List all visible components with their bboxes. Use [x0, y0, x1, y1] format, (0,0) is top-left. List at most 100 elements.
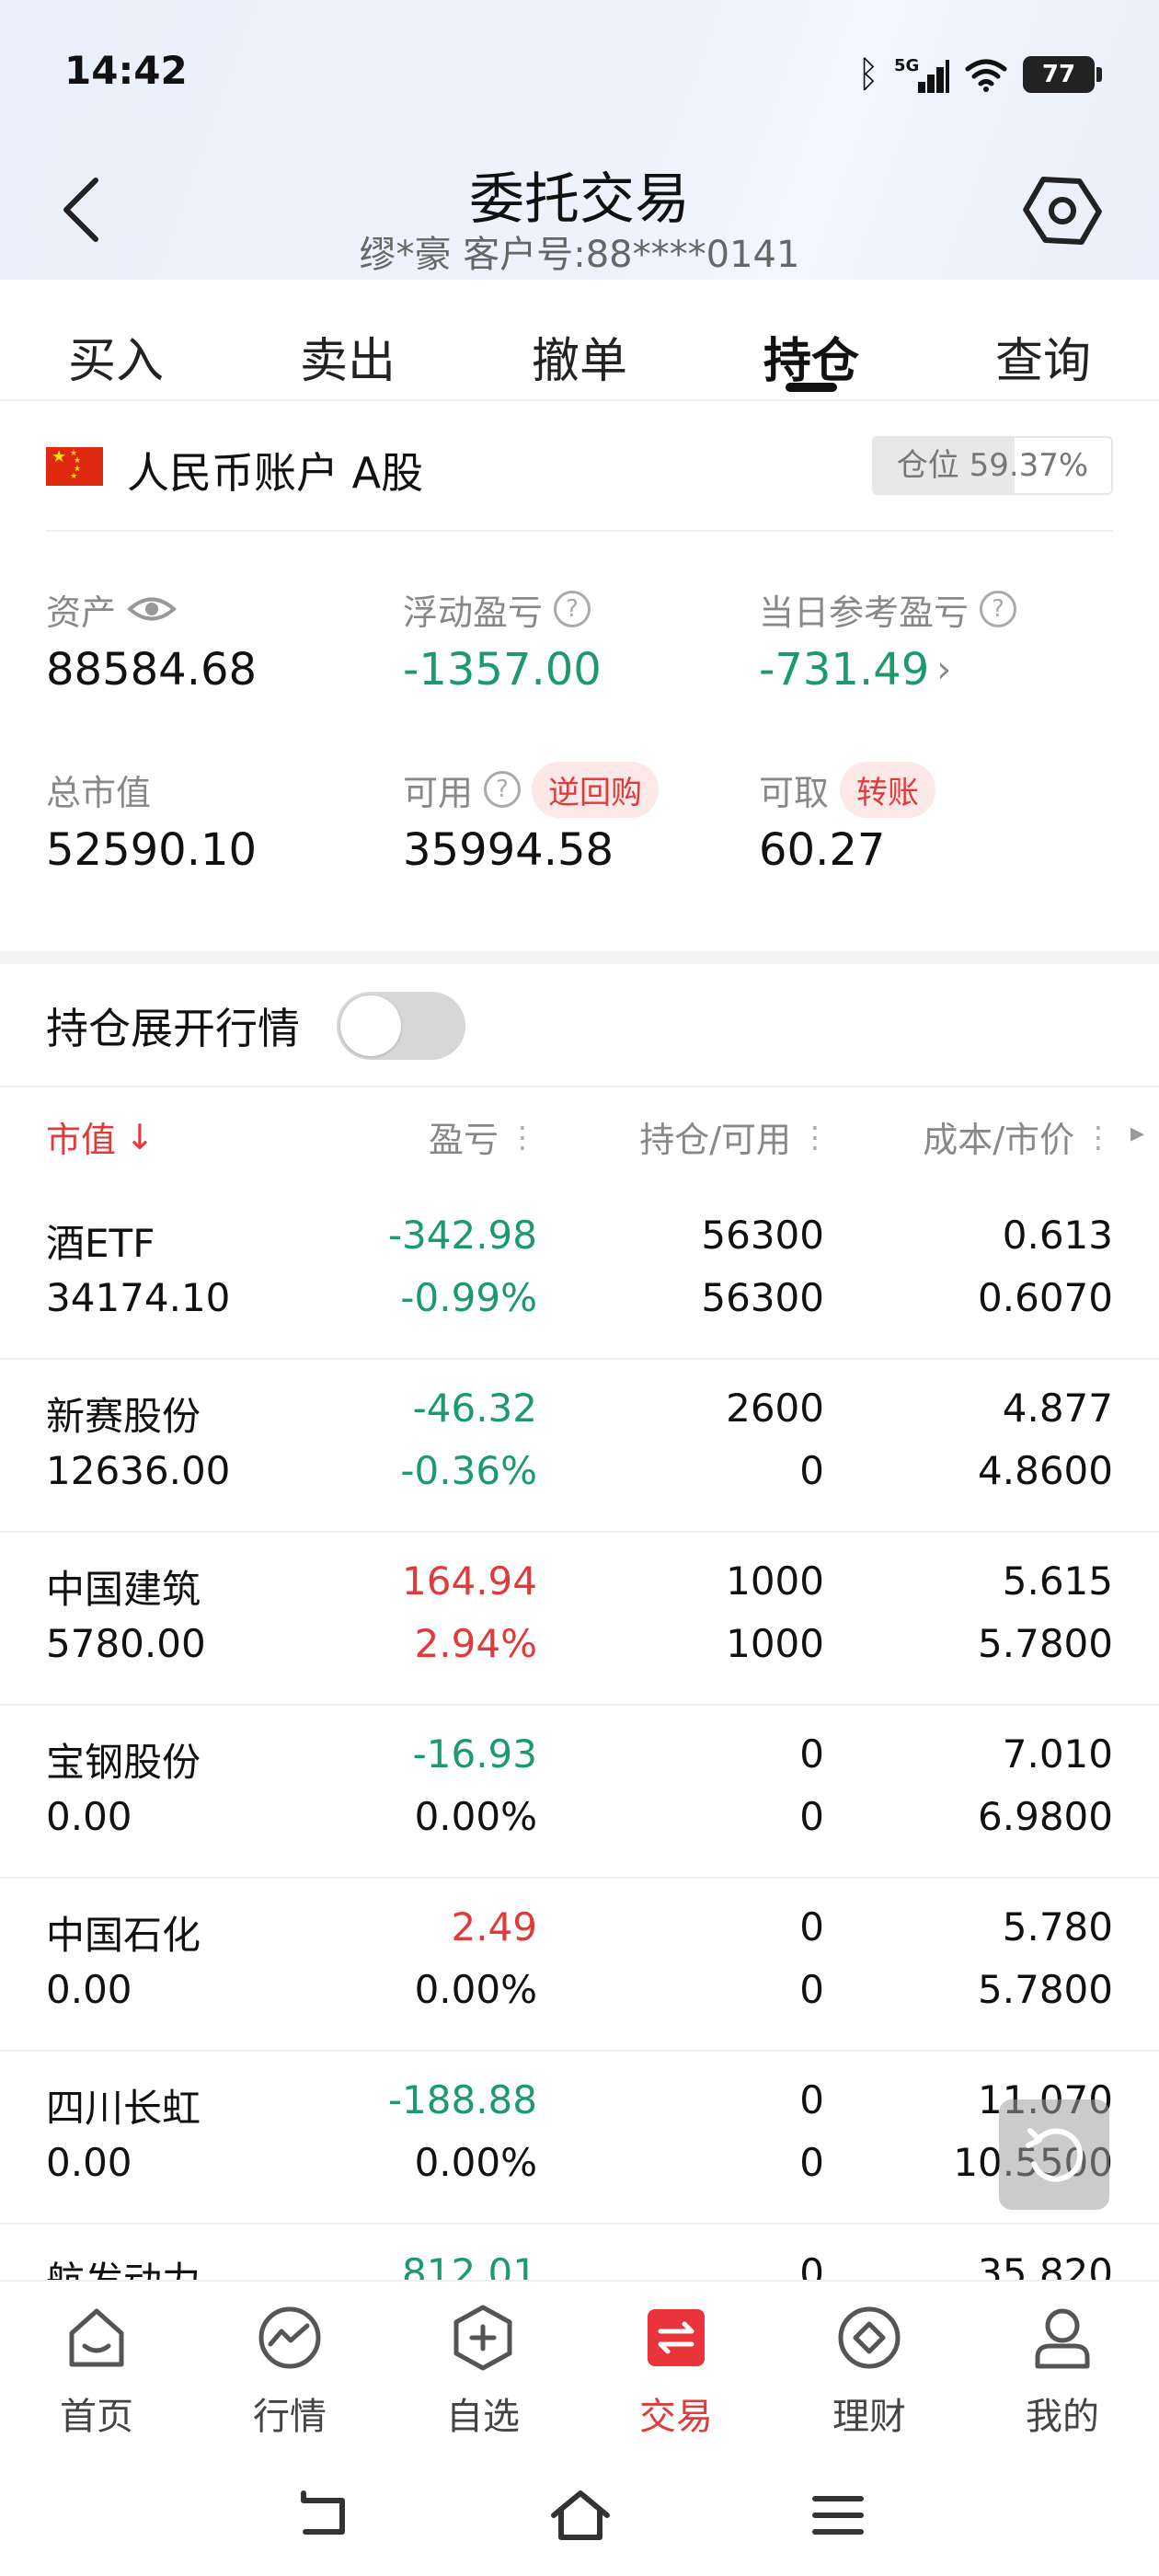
transfer-button[interactable]: 转账 — [840, 761, 936, 818]
holding-row[interactable]: 中国建筑 5780.00 164.94 2.94% 1000 1000 5.615 5.780… — [0, 1533, 1159, 1706]
cost-header[interactable]: 成本/市价 ⋮ — [923, 1111, 1113, 1162]
nav-home[interactable]: 首页 — [0, 2282, 193, 2455]
avail-qty: 0 — [799, 2140, 824, 2185]
metric-floating-pl: 浮动盈亏 ? -1357.00 — [403, 583, 602, 696]
help-icon[interactable]: ? — [980, 591, 1017, 627]
market-price: 5.7800 — [978, 1967, 1113, 2012]
tab-holdings[interactable]: 持仓 — [695, 280, 927, 399]
help-icon[interactable]: ? — [554, 591, 591, 627]
metric-available: 可用 ? 逆回购 35994.58 — [403, 761, 660, 876]
avail-qty: 56300 — [701, 1275, 824, 1320]
market-price: 4.8600 — [978, 1448, 1113, 1493]
nav-wealth[interactable]: 理财 — [773, 2282, 966, 2455]
customer-info: 缪*豪 客户号:88****0141 — [359, 234, 800, 276]
market-price: 6.9800 — [978, 1794, 1113, 1839]
stock-name: 宝钢股份 — [46, 1740, 201, 1785]
eye-icon[interactable] — [127, 595, 178, 623]
system-home-icon[interactable] — [548, 2488, 613, 2543]
scroll-right-icon[interactable]: ▸ — [1130, 1117, 1144, 1149]
tab-sell[interactable]: 卖出 — [232, 280, 464, 399]
hold-qty: 56300 — [701, 1213, 824, 1258]
cost-price: 0.613 — [1002, 1213, 1113, 1258]
profile-icon — [1035, 2308, 1090, 2369]
market-value: 34174.10 — [46, 1275, 231, 1320]
trade-tabs: 买入 卖出 撤单 持仓 查询 — [0, 280, 1159, 401]
pl-percent: -0.36% — [400, 1448, 537, 1493]
system-menu-icon[interactable] — [806, 2488, 870, 2543]
holding-row[interactable]: 宝钢股份 0.00 -16.93 0.00% 0 0 7.010 6.9800 — [0, 1706, 1159, 1879]
metric-withdrawable: 可取 转账 60.27 — [759, 761, 936, 876]
expand-quotes-toggle[interactable] — [337, 992, 465, 1060]
nav-market-label: 行情 — [253, 2396, 327, 2438]
tab-query[interactable]: 查询 — [927, 280, 1159, 399]
assets-label: 资产 — [46, 592, 117, 633]
avail-qty: 1000 — [726, 1621, 824, 1666]
market-value: 0.00 — [46, 1967, 132, 2012]
wifi-icon — [965, 59, 1007, 92]
trade-icon — [648, 2309, 705, 2366]
avail-qty: 0 — [799, 1794, 824, 1839]
sort-market-value-header[interactable]: 市值 ↓ — [46, 1111, 155, 1162]
holding-row[interactable]: 中国石化 0.00 2.49 0.00% 0 0 5.780 5.7800 — [0, 1879, 1159, 2052]
china-flag-icon: ★ ★ ★ ★ ★ — [46, 447, 103, 486]
daily-pl-label: 当日参考盈亏 — [759, 592, 970, 633]
pl-percent: 0.00% — [414, 2140, 537, 2185]
pl-amount: 2.49 — [451, 1904, 537, 1949]
pl-percent: -0.99% — [400, 1275, 537, 1320]
settings-hexagon-icon[interactable] — [1021, 169, 1104, 252]
cost-price: 5.780 — [1002, 1904, 1113, 1949]
help-icon[interactable]: ? — [484, 771, 522, 808]
bottom-navigation: 首页 行情 自选 交易 理财 我的 — [0, 2280, 1159, 2455]
network-type-label: 5G — [894, 56, 920, 75]
pl-header[interactable]: 盈亏 ⋮ — [429, 1111, 537, 1162]
divider — [0, 1086, 1159, 1087]
metric-market-value: 总市值 52590.10 — [46, 764, 257, 877]
assets-value: 88584.68 — [46, 644, 258, 696]
wealth-icon — [838, 2306, 901, 2369]
reverse-repo-button[interactable]: 逆回购 — [532, 761, 660, 818]
watchlist-icon — [453, 2305, 512, 2371]
withdrawable-label: 可取 — [759, 772, 830, 813]
system-back-icon[interactable] — [291, 2488, 355, 2543]
avail-qty: 0 — [799, 1448, 824, 1493]
holding-row[interactable]: 新赛股份 12636.00 -46.32 -0.36% 2600 0 4.877 4.8600 — [0, 1360, 1159, 1533]
daily-pl-value: -731.49 — [759, 644, 930, 696]
expand-quotes-label: 持仓展开行情 — [46, 1004, 300, 1053]
nav-watchlist-label: 自选 — [446, 2396, 520, 2438]
holding-row[interactable]: 酒ETF 34174.10 -342.98 -0.99% 56300 56300 0.613… — [0, 1187, 1159, 1360]
nav-trade-label: 交易 — [639, 2396, 713, 2438]
nav-market[interactable]: 行情 — [193, 2282, 386, 2455]
bluetooth-icon: ᛒ — [857, 53, 879, 96]
metric-daily-pl[interactable]: 当日参考盈亏 ? -731.49 › — [759, 583, 1017, 696]
nav-wealth-label: 理财 — [832, 2396, 906, 2438]
stock-name: 中国石化 — [46, 1913, 201, 1958]
tab-buy[interactable]: 买入 — [0, 280, 232, 399]
stock-name: 中国建筑 — [46, 1567, 201, 1612]
hold-header[interactable]: 持仓/可用 ⋮ — [639, 1111, 830, 1162]
pl-percent: 0.00% — [414, 1794, 537, 1839]
market-icon — [258, 2306, 321, 2369]
market-value: 12636.00 — [46, 1448, 231, 1493]
hold-qty: 0 — [799, 2077, 824, 2122]
nav-profile[interactable]: 我的 — [966, 2282, 1159, 2455]
tab-cancel[interactable]: 撤单 — [464, 280, 695, 399]
chevron-right-icon: › — [936, 649, 952, 691]
pl-percent: 2.94% — [414, 1621, 537, 1666]
market-price: 5.7800 — [978, 1621, 1113, 1666]
market-value: 0.00 — [46, 2140, 132, 2185]
more-dots-icon: ⋮ — [800, 1119, 830, 1155]
pl-amount: 164.94 — [402, 1558, 537, 1604]
nav-profile-label: 我的 — [1026, 2396, 1099, 2438]
holding-row[interactable]: 四川长虹0.00-188.880.00%0011.07010.5500 — [0, 2052, 1159, 2225]
available-value: 35994.58 — [403, 824, 614, 876]
cost-price: 4.877 — [1002, 1386, 1113, 1431]
nav-watchlist[interactable]: 自选 — [386, 2282, 580, 2455]
nav-trade[interactable]: 交易 — [580, 2282, 773, 2455]
refresh-float-button[interactable] — [999, 2099, 1109, 2210]
section-divider — [0, 951, 1159, 964]
cost-price: 7.010 — [1002, 1731, 1113, 1777]
cost-header-label: 成本/市价 — [923, 1120, 1074, 1160]
hold-qty: 2600 — [726, 1386, 824, 1431]
market-value: 5780.00 — [46, 1621, 206, 1666]
pl-header-label: 盈亏 — [428, 1120, 499, 1160]
